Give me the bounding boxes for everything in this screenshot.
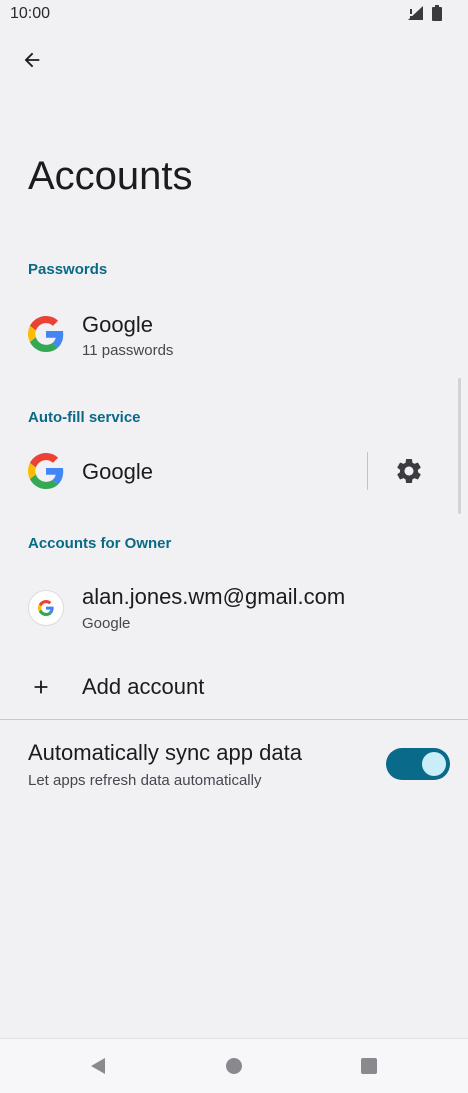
- toggle-knob: [422, 752, 446, 776]
- auto-sync-title: Automatically sync app data: [28, 740, 302, 765]
- google-logo-icon: [28, 316, 64, 352]
- passwords-section-header: Passwords: [28, 261, 108, 278]
- passwords-count: 11 passwords: [82, 342, 174, 359]
- add-account-label: Add account: [82, 674, 205, 699]
- account-type: Google: [82, 615, 131, 632]
- plus-icon: [34, 680, 48, 694]
- autofill-divider: [367, 452, 368, 490]
- triangle-back-icon: [91, 1058, 105, 1074]
- battery-icon: [432, 5, 442, 21]
- page-title: Accounts: [28, 154, 193, 198]
- passwords-google-row[interactable]: Google 11 passwords: [0, 300, 468, 372]
- back-button[interactable]: [14, 42, 50, 78]
- google-logo-icon: [28, 453, 64, 489]
- accounts-section-header: Accounts for Owner: [28, 535, 172, 552]
- nav-back-button[interactable]: [85, 1053, 111, 1079]
- account-row[interactable]: alan.jones.wm@gmail.com Google: [0, 572, 468, 644]
- account-avatar: [28, 590, 64, 626]
- square-recents-icon: [361, 1058, 377, 1074]
- google-logo-icon: [38, 600, 54, 616]
- circle-home-icon: [226, 1058, 242, 1074]
- nav-recents-button[interactable]: [356, 1053, 382, 1079]
- section-divider: [0, 719, 468, 720]
- gear-icon[interactable]: [394, 456, 424, 486]
- status-bar: 10:00: [0, 0, 468, 30]
- navigation-bar: [0, 1038, 468, 1093]
- passwords-google-title: Google: [82, 312, 153, 337]
- account-email: alan.jones.wm@gmail.com: [82, 584, 346, 609]
- nav-home-button[interactable]: [221, 1053, 247, 1079]
- auto-sync-toggle[interactable]: [386, 748, 450, 780]
- status-icons: [406, 5, 442, 21]
- add-account-button[interactable]: Add account: [0, 660, 468, 714]
- autofill-google-title: Google: [82, 459, 153, 484]
- auto-sync-subtitle: Let apps refresh data automatically: [28, 772, 262, 789]
- autofill-section-header: Auto-fill service: [28, 409, 141, 426]
- arrow-back-icon: [24, 52, 40, 68]
- signal-icon: [408, 6, 423, 20]
- status-time: 10:00: [10, 5, 51, 22]
